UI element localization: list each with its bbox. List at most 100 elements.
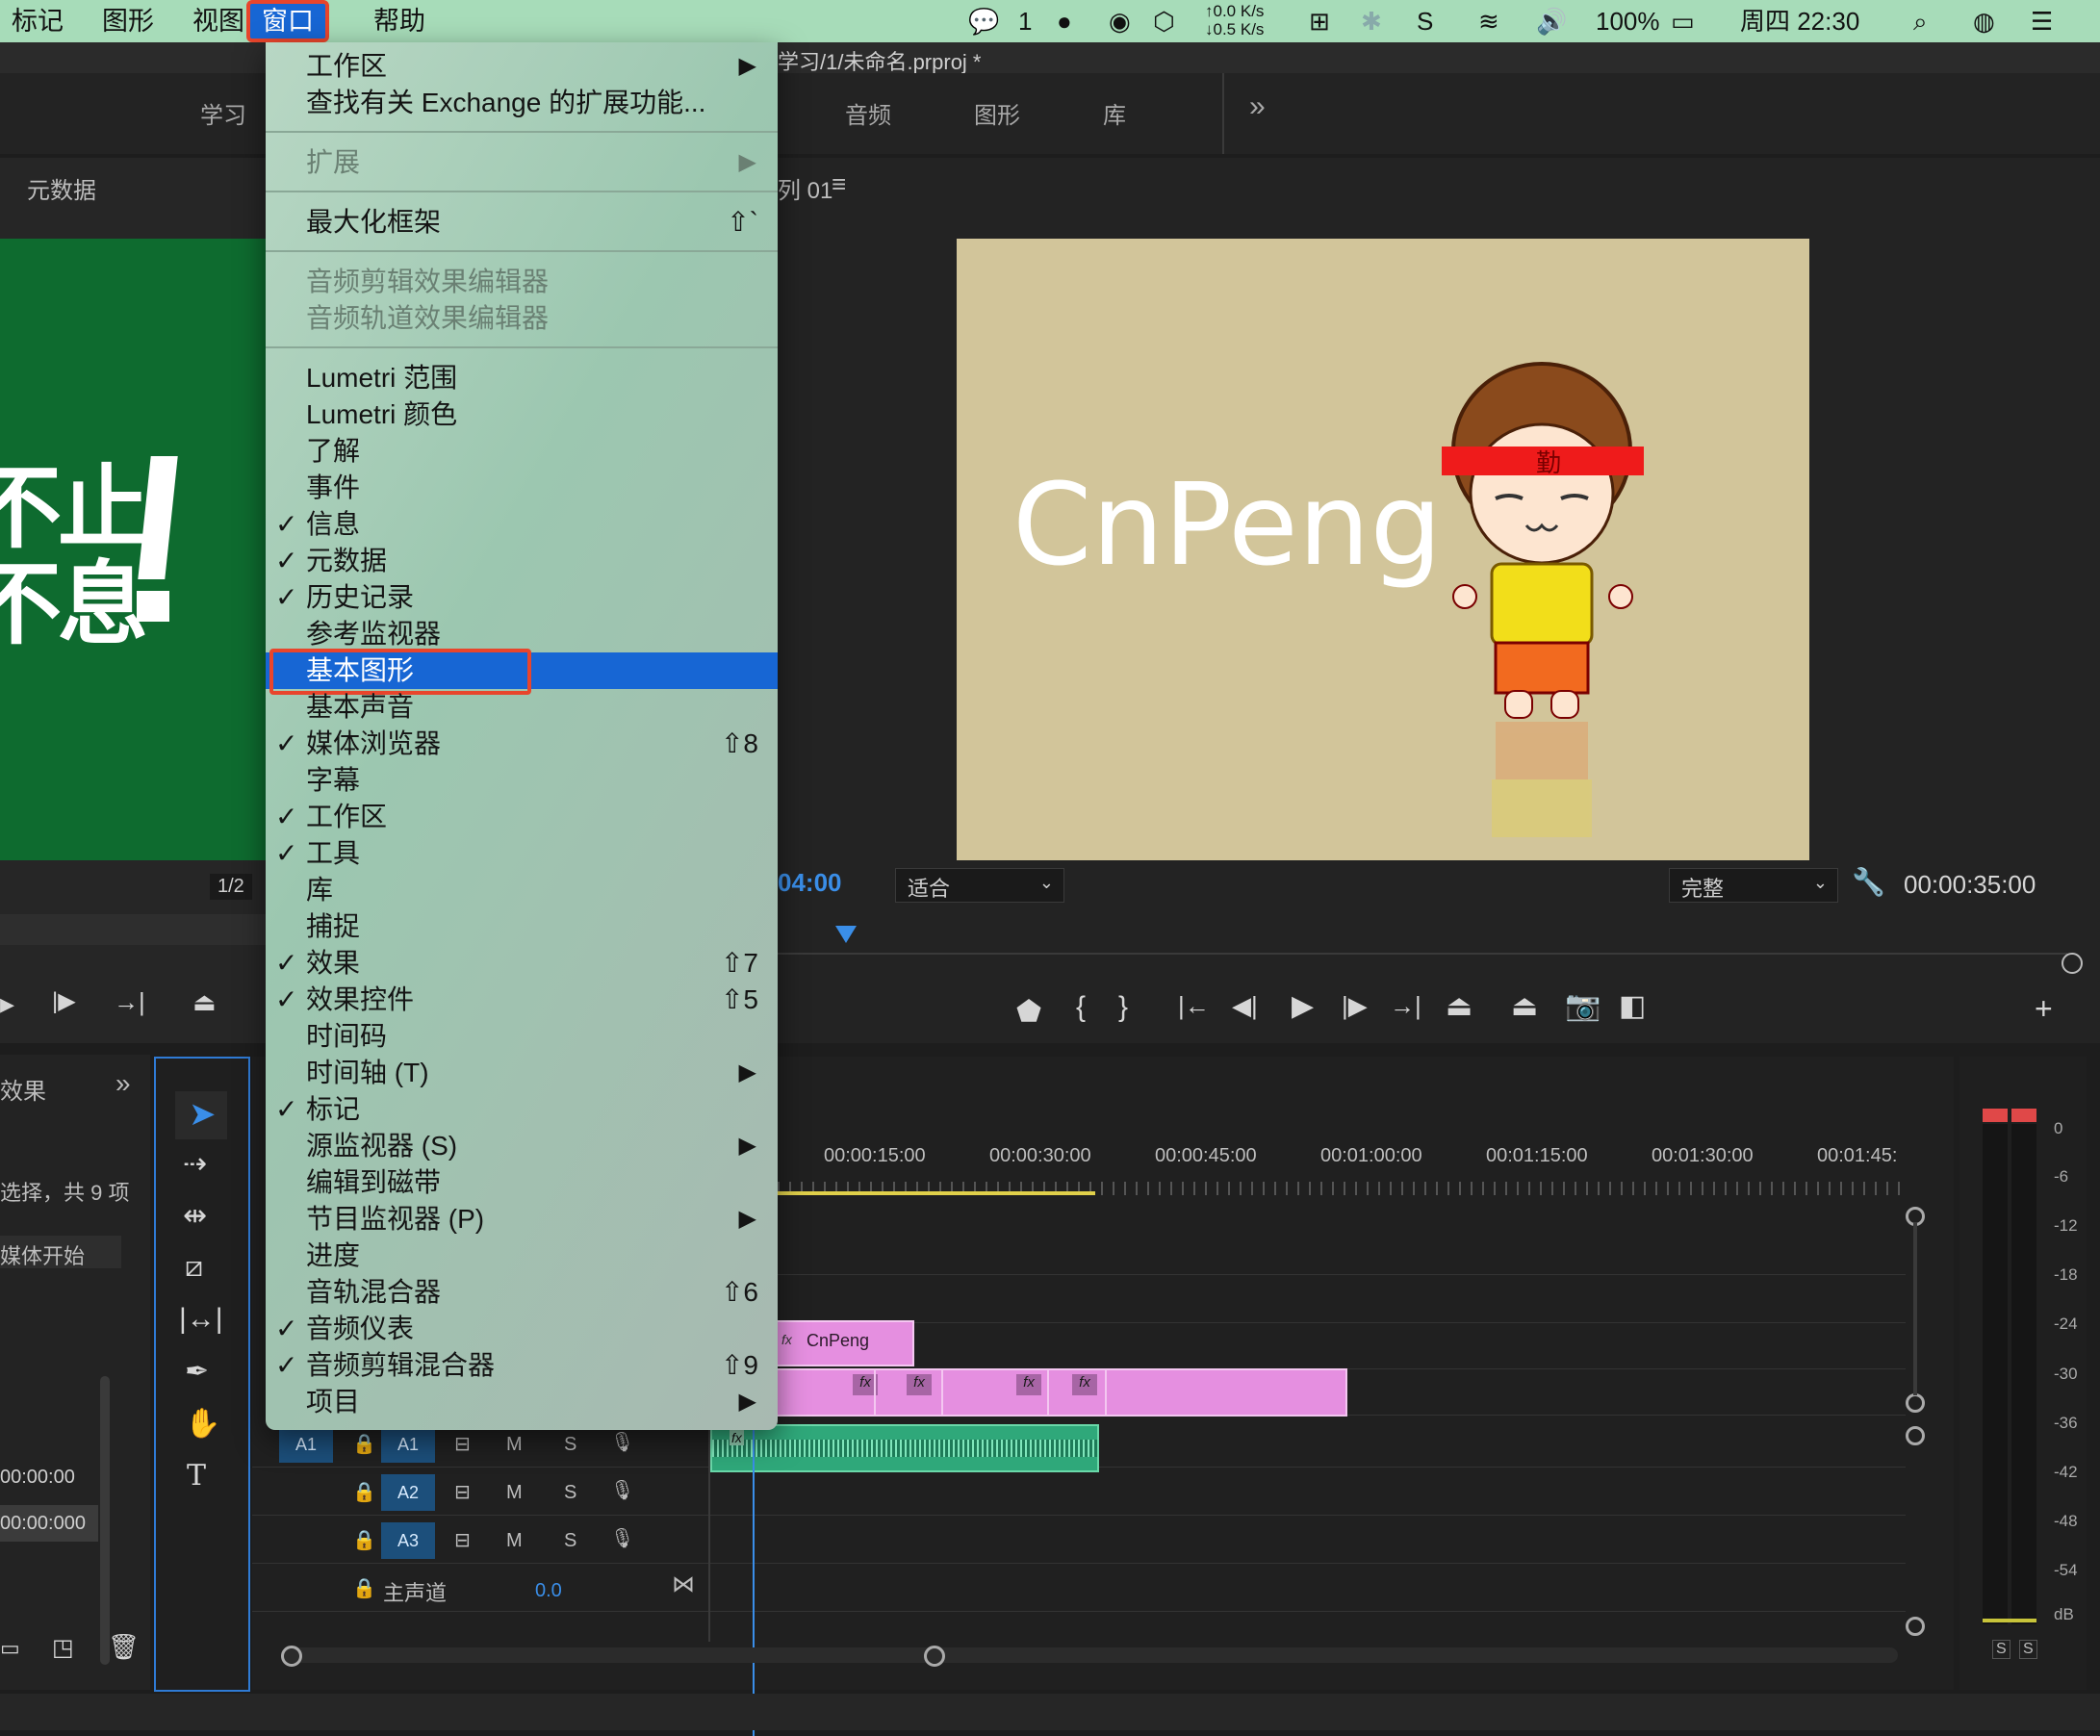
menu-item-timelines[interactable]: 时间轴 (T) ▶ xyxy=(266,1055,778,1091)
menu-item-progress[interactable]: 进度 xyxy=(266,1238,778,1274)
search-icon[interactable]: ⌕ xyxy=(1913,6,1928,37)
volume-icon[interactable]: 🔊 xyxy=(1536,6,1567,37)
menu-item-history[interactable]: ✓ 历史记录 xyxy=(266,579,778,616)
add-marker-icon[interactable]: ⬟ xyxy=(1016,995,1041,1029)
work-area-bar[interactable] xyxy=(778,1191,1095,1195)
pen-tool-icon[interactable]: ✒ xyxy=(185,1355,209,1389)
wechat-icon[interactable]: 💬 xyxy=(968,6,999,37)
qq-icon[interactable]: ● xyxy=(1057,6,1072,37)
solo-right[interactable]: S xyxy=(2019,1640,2037,1659)
menu-help[interactable]: 帮助 xyxy=(373,4,425,38)
menu-marker[interactable]: 标记 xyxy=(12,4,64,38)
vscroll-handle[interactable] xyxy=(1906,1393,1925,1413)
slip-tool-icon[interactable]: |↔| xyxy=(179,1303,223,1336)
step-forward-icon[interactable]: |▶ xyxy=(1342,991,1368,1021)
fx-badge[interactable]: fx xyxy=(1016,1374,1041,1395)
mic-icon[interactable]: 🎙 xyxy=(610,1430,634,1454)
app-icon[interactable]: ◉ xyxy=(1109,6,1131,37)
column-header[interactable]: 媒体开始 xyxy=(0,1236,121,1268)
razor-tool-icon[interactable]: ⧄ xyxy=(185,1251,203,1284)
lock-icon[interactable]: 🔒 xyxy=(352,1576,376,1600)
mark-in-icon[interactable]: { xyxy=(1076,991,1086,1024)
clip-indicator-left[interactable] xyxy=(1983,1109,2008,1122)
menu-item-audio-track-mixer[interactable]: 音轨混合器 ⇧6 xyxy=(266,1274,778,1311)
sougou-icon[interactable]: S xyxy=(1417,6,1433,37)
menu-item-timecode[interactable]: 时间码 xyxy=(266,1018,778,1055)
shield-icon[interactable]: ⬡ xyxy=(1153,6,1175,37)
scrollbar[interactable] xyxy=(100,1376,110,1665)
new-item-icon[interactable]: ◳ xyxy=(52,1634,74,1662)
menu-item-workspaces-panel[interactable]: ✓ 工作区 xyxy=(266,799,778,835)
menu-item-lumetri-color[interactable]: Lumetri 颜色 xyxy=(266,396,778,433)
menu-item-media-browser[interactable]: ✓ 媒体浏览器 ⇧8 xyxy=(266,726,778,762)
play-icon[interactable]: ▶ xyxy=(1292,989,1314,1023)
playhead-timecode[interactable]: 04:00 xyxy=(778,868,842,898)
settings-wrench-icon[interactable]: 🔧 xyxy=(1852,866,1885,898)
siri-icon[interactable]: ◍ xyxy=(1973,6,1995,37)
list-view-icon[interactable]: ▭ xyxy=(0,1636,20,1661)
menu-item-capture[interactable]: 捕捉 xyxy=(266,908,778,945)
solo-button[interactable]: S xyxy=(564,1530,576,1552)
menu-item-effect-controls[interactable]: ✓ 效果控件 ⇧5 xyxy=(266,982,778,1018)
quality-select[interactable]: 完整 ⌄ xyxy=(1669,868,1838,903)
media-start-row2-bg[interactable]: 00:00:000 xyxy=(0,1505,98,1542)
extract-icon[interactable]: ⏏ xyxy=(1511,989,1538,1023)
track-target-a2[interactable]: A2 xyxy=(381,1474,435,1511)
comparison-view-icon[interactable]: ◧ xyxy=(1619,989,1646,1023)
mute-button[interactable]: M xyxy=(506,1530,523,1552)
collapse-icon[interactable]: ⋈ xyxy=(672,1570,695,1598)
menu-item-find-extensions[interactable]: 查找有关 Exchange 的扩展功能... xyxy=(266,85,778,121)
fit-select[interactable]: 适合 ⌄ xyxy=(895,868,1064,903)
menu-item-effects[interactable]: ✓ 效果 ⇧7 xyxy=(266,945,778,982)
timeline-playhead[interactable] xyxy=(753,1422,755,1736)
menu-item-program-monitor[interactable]: 节目监视器 (P) ▶ xyxy=(266,1201,778,1238)
workspace-tab-graphics[interactable]: 图形 xyxy=(974,96,1020,130)
preview-title-text[interactable]: CnPeng xyxy=(1012,458,1442,591)
workspace-overflow-icon[interactable]: » xyxy=(1249,90,1266,123)
menu-item-learn[interactable]: 了解 xyxy=(266,433,778,470)
menu-item-source-monitor[interactable]: 源监视器 (S) ▶ xyxy=(266,1128,778,1164)
audio-clip[interactable]: fx xyxy=(710,1424,1099,1472)
vscroll-track[interactable] xyxy=(1913,1222,1917,1395)
fx-badge[interactable]: fx xyxy=(907,1374,932,1395)
hand-tool-icon[interactable]: ✋ xyxy=(185,1407,220,1441)
lock-icon[interactable]: 🔒 xyxy=(352,1432,376,1456)
lock-icon[interactable]: 🔒 xyxy=(352,1528,376,1552)
menu-view[interactable]: 视图 xyxy=(192,4,244,38)
menu-window[interactable]: 窗口 xyxy=(246,0,329,42)
track-source-a1[interactable]: A1 xyxy=(279,1426,333,1463)
menu-item-edit-to-tape[interactable]: 编辑到磁带 xyxy=(266,1164,778,1201)
track-select-tool-icon[interactable]: ⇢ xyxy=(183,1147,207,1181)
mic-icon[interactable]: 🎙 xyxy=(610,1526,634,1550)
menu-item-captions[interactable]: 字幕 xyxy=(266,762,778,799)
notification-center-icon[interactable]: ☰ xyxy=(2031,6,2053,37)
zoom-handle[interactable] xyxy=(2062,953,2083,974)
wifi-icon[interactable]: ≋ xyxy=(1478,6,1499,37)
lock-icon[interactable]: 🔒 xyxy=(352,1480,376,1504)
vscroll-handle[interactable] xyxy=(1906,1617,1925,1636)
page-indicator[interactable]: 1/2 xyxy=(210,874,252,900)
source-ruler[interactable] xyxy=(0,914,266,945)
sync-lock-icon[interactable]: ⊟ xyxy=(454,1480,471,1504)
type-tool-icon[interactable]: T xyxy=(187,1459,206,1493)
insert-icon[interactable]: ⏏ xyxy=(192,987,217,1017)
menu-graphics[interactable]: 图形 xyxy=(102,4,154,38)
program-ruler[interactable] xyxy=(778,918,2067,955)
video-clip[interactable]: fx fx fx fx xyxy=(776,1368,1347,1417)
menu-item-libraries[interactable]: 库 xyxy=(266,872,778,908)
sync-lock-icon[interactable]: ⊟ xyxy=(454,1528,471,1552)
media-start-row1[interactable]: 00:00:00 xyxy=(0,1467,75,1489)
playhead-marker[interactable] xyxy=(835,926,857,943)
mute-button[interactable]: M xyxy=(506,1482,523,1504)
step-forward-icon[interactable]: |▶ xyxy=(52,987,76,1015)
mute-button[interactable]: M xyxy=(506,1434,523,1456)
panel-menu-icon[interactable]: ≡ xyxy=(832,169,846,199)
solo-button[interactable]: S xyxy=(564,1434,576,1456)
fx-badge[interactable]: fx xyxy=(1072,1374,1097,1395)
go-to-in-icon[interactable]: |← xyxy=(1178,991,1210,1021)
trash-icon[interactable]: 🗑 xyxy=(108,1632,140,1662)
effects-tab[interactable]: 效果 xyxy=(0,1072,46,1106)
add-button-icon[interactable]: + xyxy=(2035,991,2053,1027)
menu-item-metadata[interactable]: ✓ 元数据 xyxy=(266,543,778,579)
track-target-a1[interactable]: A1 xyxy=(381,1426,435,1463)
